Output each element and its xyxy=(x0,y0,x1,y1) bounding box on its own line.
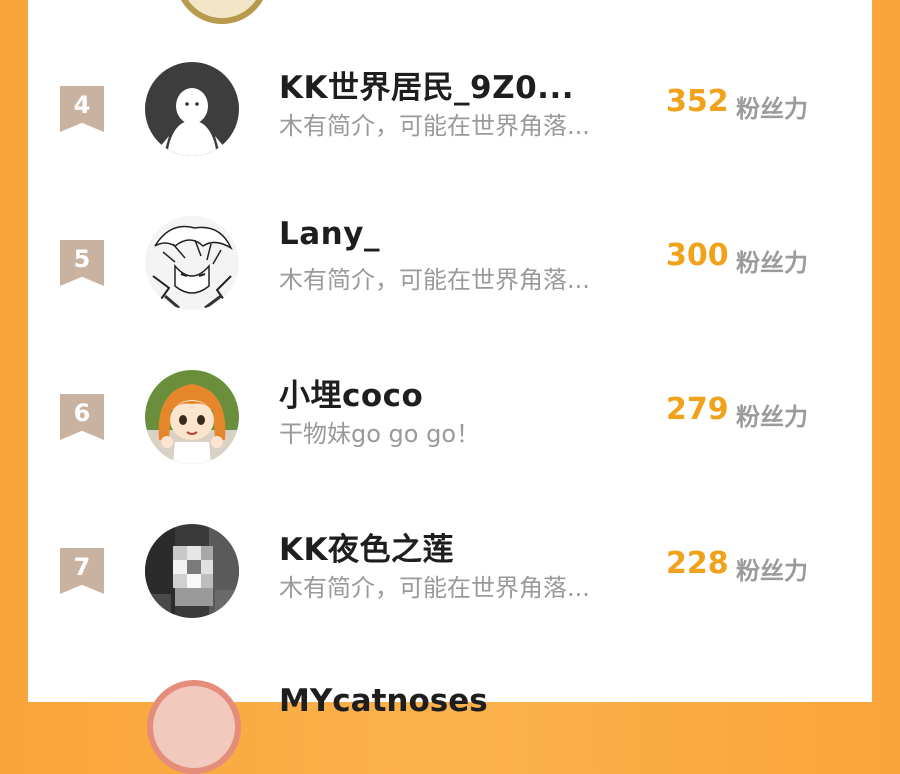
next-row-user-name[interactable]: MYcatnoses xyxy=(279,683,488,719)
user-bio: 干物妹go go go！ xyxy=(279,420,481,448)
leaderboard-row[interactable]: 6 小埋coco 干物妹go go go！ 279 粉丝力 xyxy=(28,370,872,500)
anime-girl-avatar[interactable] xyxy=(145,370,239,464)
user-name[interactable]: 小埋coco xyxy=(279,370,423,415)
user-bio: 木有简介，可能在世界角落... xyxy=(279,266,590,294)
rank-badge: 4 xyxy=(60,86,104,132)
fan-power-label: 粉丝力 xyxy=(736,249,808,277)
user-name[interactable]: KK世界居民_9Z0... xyxy=(279,62,574,107)
rank-badge: 7 xyxy=(60,548,104,594)
fan-power-score: 279 xyxy=(666,392,729,427)
previous-row-avatar[interactable] xyxy=(175,0,269,24)
pixelated-cat-avatar[interactable] xyxy=(145,524,239,618)
fan-power-score: 228 xyxy=(666,546,729,581)
fan-power-label: 粉丝力 xyxy=(736,557,808,585)
leaderboard-row[interactable]: 7 KK夜色之莲 木有简介，可能在世界角落... 228 粉丝力 xyxy=(28,524,872,654)
user-name[interactable]: KK夜色之莲 xyxy=(279,524,454,569)
rank-badge: 6 xyxy=(60,394,104,440)
leaderboard-row[interactable]: 4 KK世界居民_9Z0... 木有简介，可能在世界角落... 352 粉丝力 xyxy=(28,62,872,192)
leaderboard-panel: 4 KK世界居民_9Z0... 木有简介，可能在世界角落... 352 粉丝力 … xyxy=(28,0,872,702)
user-name[interactable]: Lany_ xyxy=(279,216,380,252)
fan-power-score: 352 xyxy=(666,84,729,119)
rank-badge: 5 xyxy=(60,240,104,286)
fan-power-label: 粉丝力 xyxy=(736,95,808,123)
ghost-avatar[interactable] xyxy=(145,62,239,156)
fan-power-label: 粉丝力 xyxy=(736,403,808,431)
fan-power-score: 300 xyxy=(666,238,729,273)
manga-sketch-avatar[interactable] xyxy=(145,216,239,310)
next-row-avatar[interactable] xyxy=(147,680,241,774)
leaderboard-row[interactable]: 5 Lany_ 木有简介，可能在世界角落... 300 粉丝力 xyxy=(28,216,872,346)
user-bio: 木有简介，可能在世界角落... xyxy=(279,112,590,140)
user-bio: 木有简介，可能在世界角落... xyxy=(279,574,590,602)
